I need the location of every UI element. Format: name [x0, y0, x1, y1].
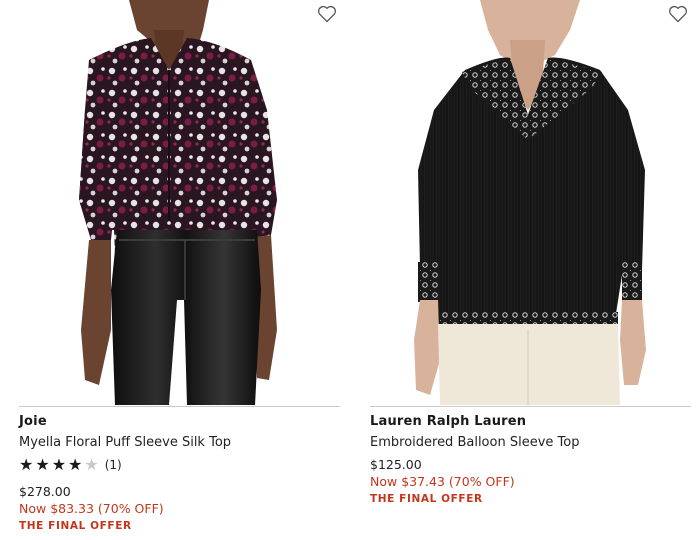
sale-price: Now $83.33 (70% OFF) [19, 501, 164, 516]
star-filled-icon: ★ [19, 455, 34, 474]
original-price: $278.00 [19, 484, 71, 499]
star-empty-icon: ★ [84, 455, 99, 474]
product-brand[interactable]: Joie [19, 414, 47, 429]
heart-outline-icon[interactable] [317, 5, 337, 23]
product-title[interactable]: Myella Floral Puff Sleeve Silk Top [19, 435, 231, 450]
product-title[interactable]: Embroidered Balloon Sleeve Top [370, 435, 579, 450]
product-card[interactable]: Lauren Ralph Lauren Embroidered Balloon … [370, 0, 691, 540]
offer-badge: THE FINAL OFFER [370, 493, 483, 505]
product-grid: Joie Myella Floral Puff Sleeve Silk Top … [0, 0, 696, 540]
offer-badge: THE FINAL OFFER [19, 520, 132, 532]
sale-price: Now $37.43 (70% OFF) [370, 474, 515, 489]
star-filled-icon: ★ [68, 455, 83, 474]
star-filled-icon: ★ [35, 455, 50, 474]
product-rating[interactable]: ★ ★ ★ ★ ★ (1) [19, 456, 122, 474]
divider [370, 406, 691, 407]
review-count: (1) [104, 458, 122, 472]
product-brand[interactable]: Lauren Ralph Lauren [370, 414, 526, 429]
product-image[interactable] [19, 0, 340, 405]
original-price: $125.00 [370, 457, 422, 472]
divider [19, 406, 340, 407]
product-image[interactable] [370, 0, 691, 405]
heart-outline-icon[interactable] [668, 5, 688, 23]
product-card[interactable]: Joie Myella Floral Puff Sleeve Silk Top … [19, 0, 340, 540]
star-filled-icon: ★ [51, 455, 67, 474]
